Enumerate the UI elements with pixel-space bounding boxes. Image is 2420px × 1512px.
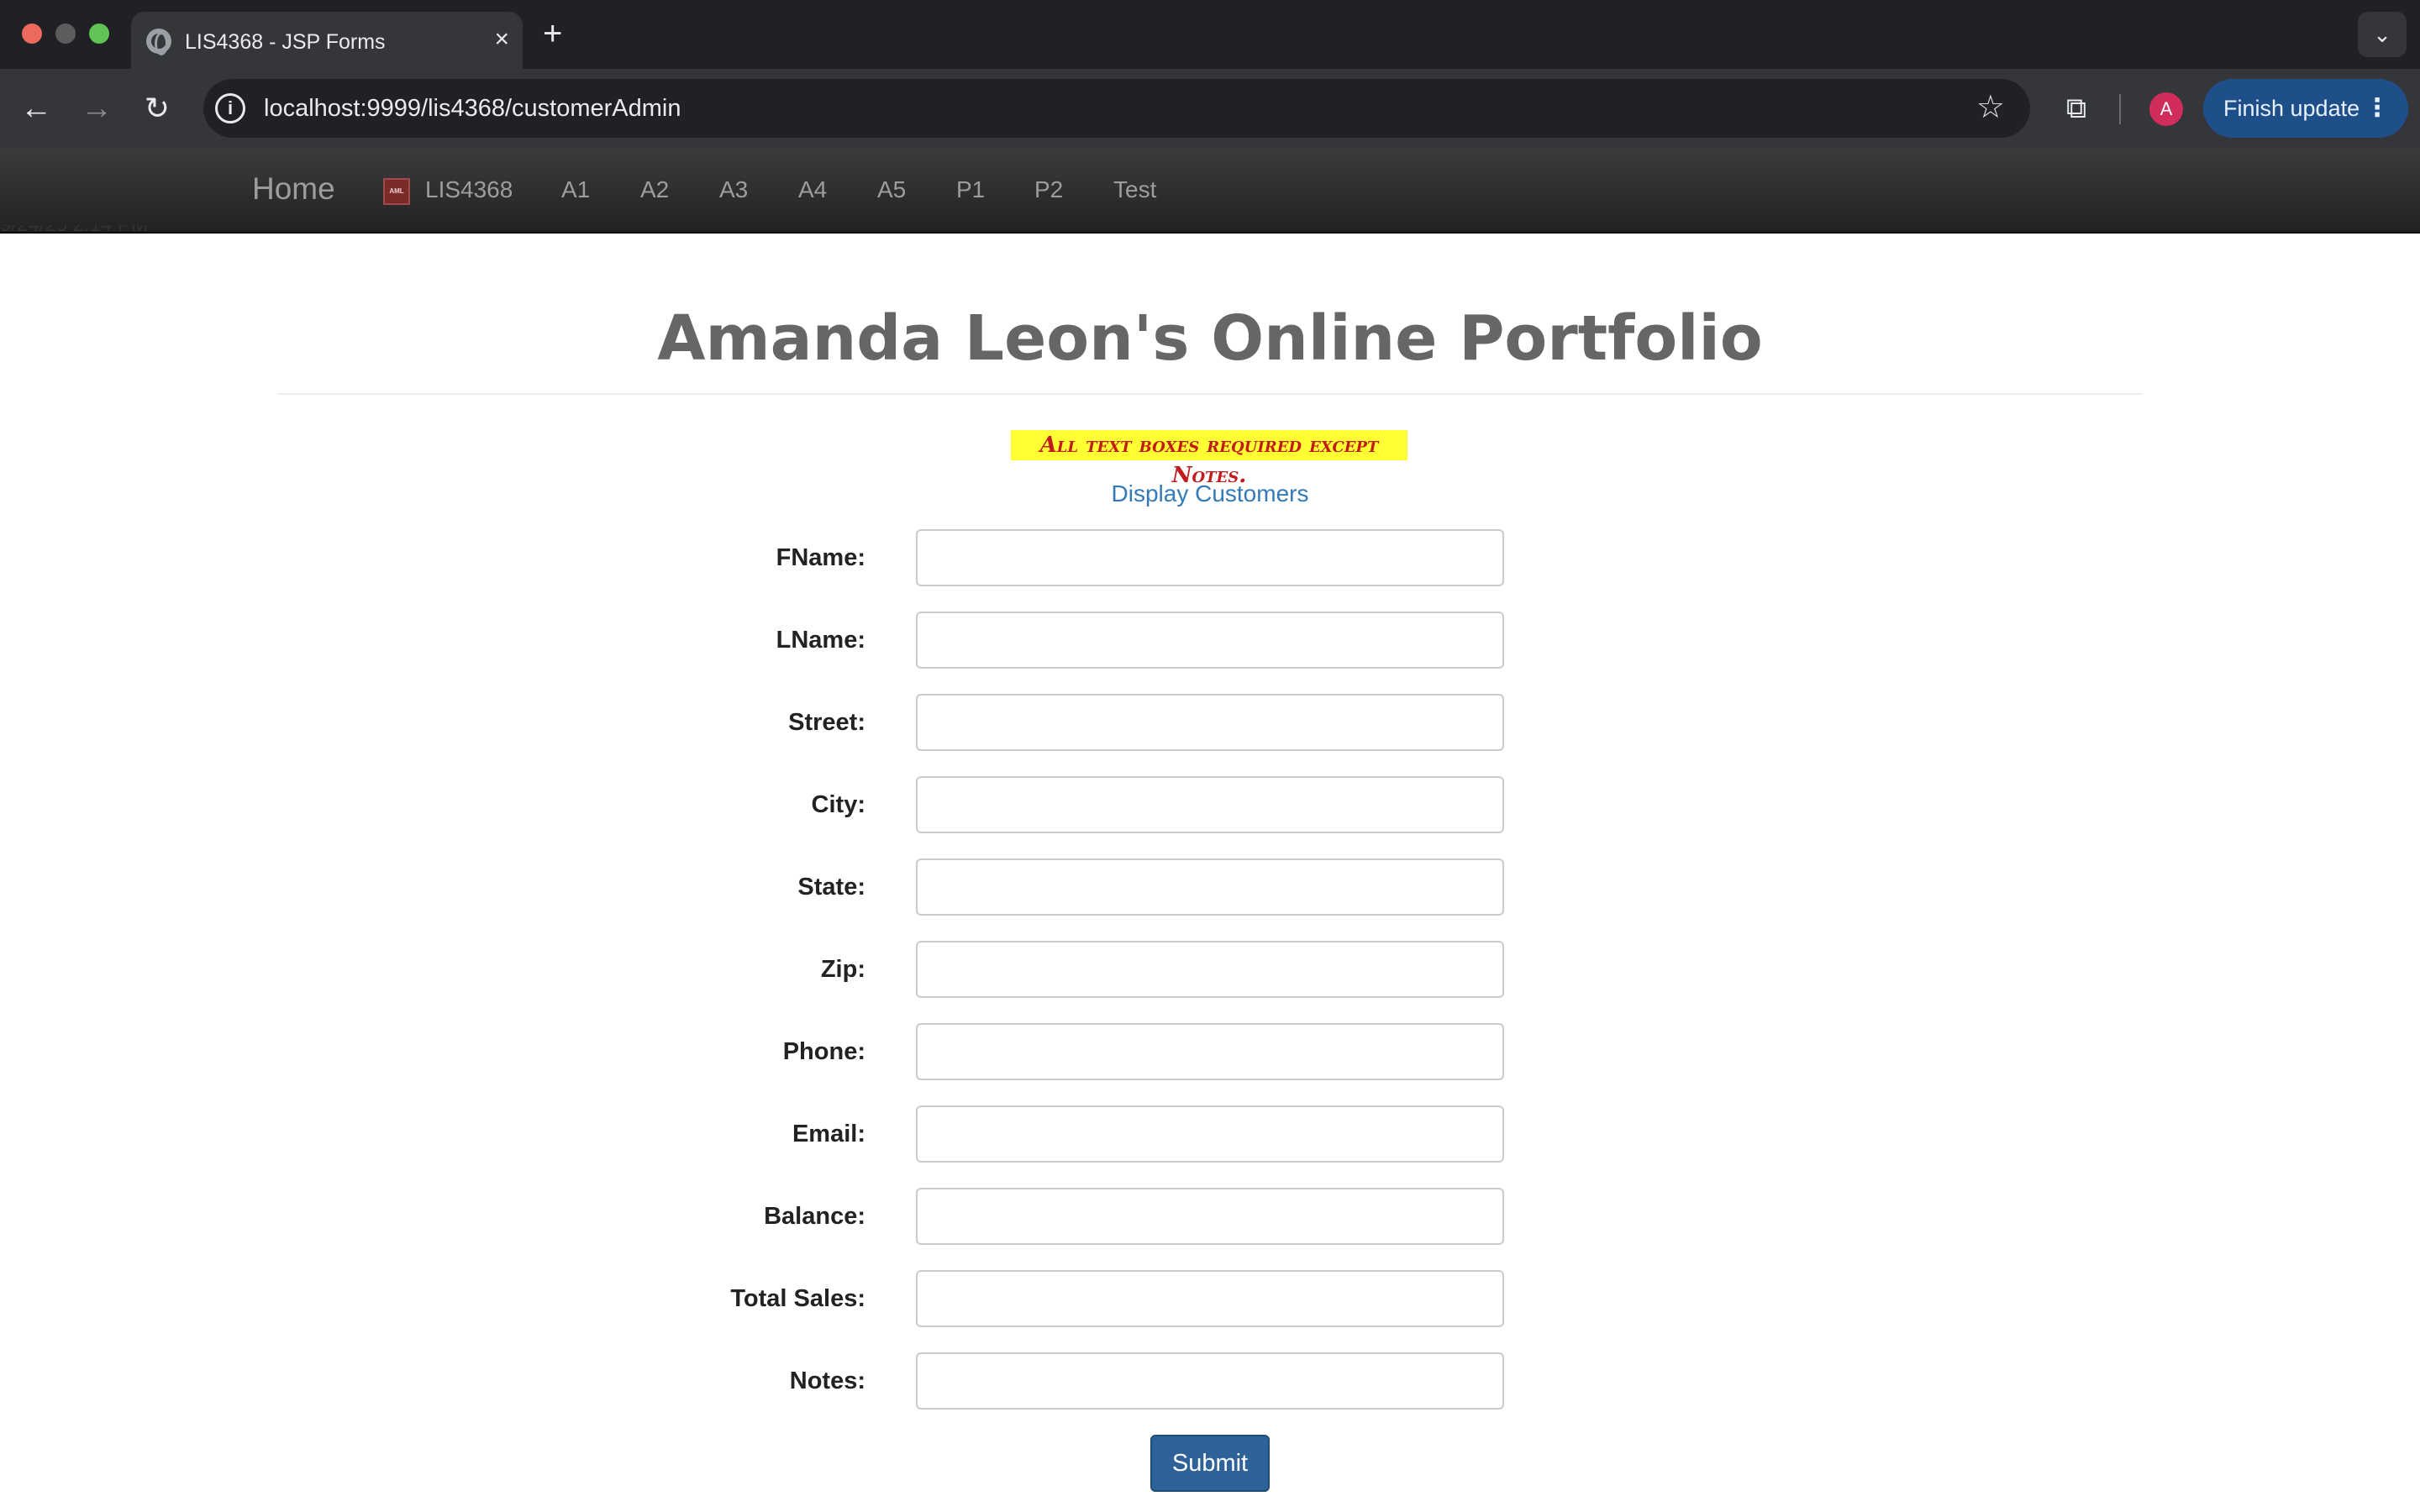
street-input[interactable] — [916, 694, 1504, 751]
balance-input[interactable] — [916, 1188, 1504, 1245]
finish-update-button[interactable]: Finish update ⋮ — [2203, 79, 2408, 138]
fname-label: FName: — [776, 544, 865, 571]
total-sales-label: Total Sales: — [730, 1285, 865, 1312]
toolbar-divider — [2119, 94, 2121, 124]
form-row-city: City: — [0, 776, 2420, 835]
state-label: State: — [797, 874, 865, 900]
form-row-lname: LName: — [0, 612, 2420, 670]
form-row-email: Email: — [0, 1105, 2420, 1164]
form-row-notes: Notes: — [0, 1352, 2420, 1411]
zip-label: Zip: — [820, 956, 865, 983]
nav-item-lis4368[interactable]: LIS4368 — [425, 176, 513, 203]
extensions-icon[interactable]: ⧉ — [2059, 91, 2094, 126]
nav-home-link[interactable]: Home — [252, 171, 335, 207]
tab-close-icon[interactable]: × — [494, 27, 509, 52]
required-fields-note: All text boxes required except Notes. — [1011, 430, 1407, 488]
city-input[interactable] — [916, 776, 1504, 833]
display-customers-link[interactable]: Display Customers — [1042, 480, 1378, 507]
profile-avatar[interactable]: A — [2149, 92, 2183, 126]
form-row-balance: Balance: — [0, 1188, 2420, 1247]
bookmark-star-icon[interactable]: ☆ — [1976, 91, 2005, 124]
nav-item-a1[interactable]: A1 — [561, 176, 590, 203]
form-row-phone: Phone: — [0, 1023, 2420, 1082]
nav-item-p1[interactable]: P1 — [956, 176, 985, 203]
new-tab-button[interactable]: + — [543, 13, 562, 54]
address-bar[interactable]: i localhost:9999/lis4368/customerAdmin ☆ — [203, 79, 2030, 138]
nav-item-a4[interactable]: A4 — [798, 176, 827, 203]
form-row-total-sales: Total Sales: — [0, 1270, 2420, 1329]
back-button[interactable]: ← — [15, 87, 57, 129]
nav-item-a2[interactable]: A2 — [640, 176, 669, 203]
window-maximize-button[interactable] — [89, 24, 109, 44]
title-divider — [277, 393, 2143, 395]
browser-tab[interactable]: LIS4368 - JSP Forms × — [131, 12, 523, 69]
form-row-state: State: — [0, 858, 2420, 917]
total-sales-input[interactable] — [916, 1270, 1504, 1327]
finish-update-label: Finish update — [2223, 96, 2360, 121]
form-row-street: Street: — [0, 694, 2420, 753]
city-label: City: — [811, 791, 865, 818]
nav-item-test[interactable]: Test — [1113, 176, 1156, 203]
globe-icon — [146, 29, 171, 55]
zip-input[interactable] — [916, 941, 1504, 998]
notes-label: Notes: — [789, 1368, 865, 1394]
nav-item-a3[interactable]: A3 — [719, 176, 748, 203]
reload-button[interactable]: ↻ — [136, 87, 178, 129]
page-title: Amanda Leon's Online Portfolio — [657, 302, 1763, 375]
nav-item-p2[interactable]: P2 — [1034, 176, 1063, 203]
browser-toolbar: ← → ↻ i localhost:9999/lis4368/customerA… — [0, 69, 2420, 148]
phone-input[interactable] — [916, 1023, 1504, 1080]
lname-label: LName: — [776, 627, 865, 654]
balance-label: Balance: — [764, 1203, 865, 1230]
site-navbar: Home AML LIS4368 A1 A2 A3 A4 A5 P1 P2 Te… — [0, 148, 2420, 234]
phone-label: Phone: — [782, 1038, 865, 1065]
fname-input[interactable] — [916, 529, 1504, 586]
aml-logo-icon: AML — [383, 178, 410, 205]
clipped-timestamp: 9/24/25 2:14 PM — [0, 225, 148, 235]
street-label: Street: — [788, 709, 865, 736]
site-info-icon[interactable]: i — [215, 93, 245, 123]
tab-search-button[interactable]: ⌄ — [2358, 12, 2407, 57]
notes-input[interactable] — [916, 1352, 1504, 1410]
form-row-fname: FName: — [0, 529, 2420, 588]
url-text[interactable]: localhost:9999/lis4368/customerAdmin — [264, 95, 681, 123]
email-input[interactable] — [916, 1105, 1504, 1163]
tab-title: LIS4368 - JSP Forms — [185, 30, 386, 54]
browser-tab-strip: LIS4368 - JSP Forms × + ⌄ — [0, 0, 2420, 69]
forward-button[interactable]: → — [76, 87, 118, 129]
window-close-button[interactable] — [22, 24, 42, 44]
menu-icon: ⋮ — [2365, 94, 2390, 122]
submit-button[interactable]: Submit — [1150, 1435, 1270, 1492]
nav-item-a5[interactable]: A5 — [877, 176, 906, 203]
form-row-zip: Zip: — [0, 941, 2420, 1000]
state-input[interactable] — [916, 858, 1504, 916]
lname-input[interactable] — [916, 612, 1504, 669]
window-minimize-button[interactable] — [55, 24, 76, 44]
email-label: Email: — [792, 1121, 865, 1147]
